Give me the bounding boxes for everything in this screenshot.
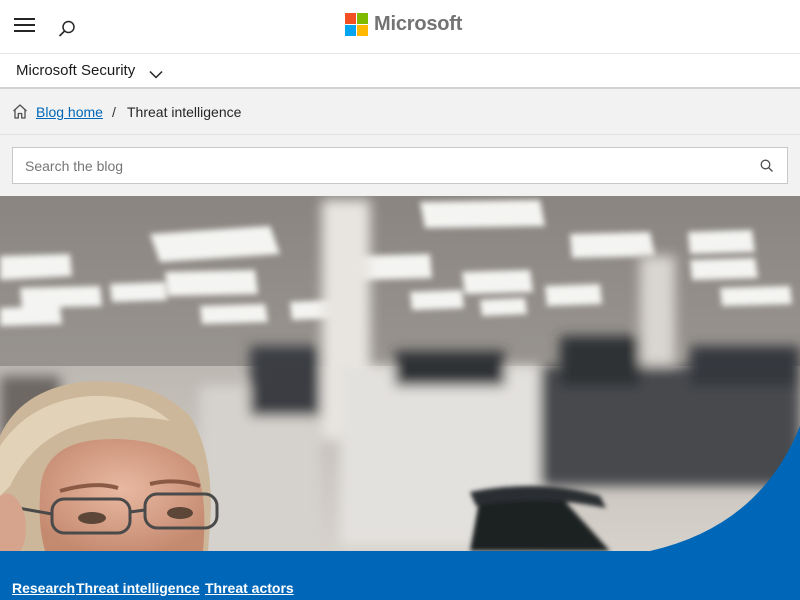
logo-square-blue [345, 24, 356, 36]
tag-research-link[interactable]: Research [12, 580, 75, 596]
logo-square-yellow [357, 24, 368, 36]
brand-name: Microsoft [374, 12, 463, 35]
home-icon [11, 103, 29, 125]
tag-threat-intelligence-link[interactable]: Threat intelligence [76, 580, 200, 596]
hero-image [0, 196, 800, 551]
blog-search-input[interactable] [13, 148, 743, 183]
hamburger-menu-icon[interactable] [14, 17, 36, 33]
search-icon[interactable] [759, 158, 775, 174]
microsoft-logo-squares [345, 12, 368, 36]
microsoft-logo[interactable]: Microsoft [345, 12, 462, 36]
search-icon[interactable] [56, 18, 78, 40]
breadcrumb-home-link[interactable]: Blog home [36, 104, 103, 120]
hamburger-line [14, 30, 35, 32]
breadcrumb-separator: / [112, 104, 116, 120]
hamburger-line [14, 18, 35, 20]
hamburger-line [14, 24, 35, 26]
top-header: Microsoft [0, 0, 800, 54]
logo-square-red [345, 12, 356, 24]
breadcrumb-current: Threat intelligence [127, 104, 242, 120]
product-subnav: Microsoft Security [0, 54, 800, 89]
logo-square-green [357, 12, 368, 24]
tag-threat-actors-link[interactable]: Threat actors [205, 580, 294, 596]
blog-search-box [12, 147, 788, 184]
tag-bar: Research Threat intelligence Threat acto… [0, 551, 800, 600]
blog-search-area [0, 135, 800, 196]
breadcrumb: Blog home / Threat intelligence [0, 89, 800, 135]
subnav-title[interactable]: Microsoft Security [16, 62, 135, 79]
chevron-down-icon[interactable] [149, 66, 163, 84]
